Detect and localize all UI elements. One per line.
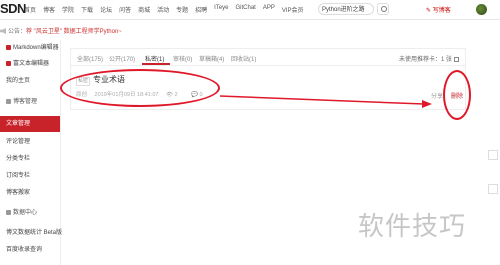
back-to-top-icon[interactable]	[488, 184, 498, 194]
feedback-icon[interactable]	[488, 150, 498, 160]
arrow-shaft	[219, 95, 425, 105]
right-float-toolbar	[488, 0, 500, 265]
watermark: 软件技巧	[358, 211, 467, 241]
arrow-head-icon	[422, 100, 432, 108]
